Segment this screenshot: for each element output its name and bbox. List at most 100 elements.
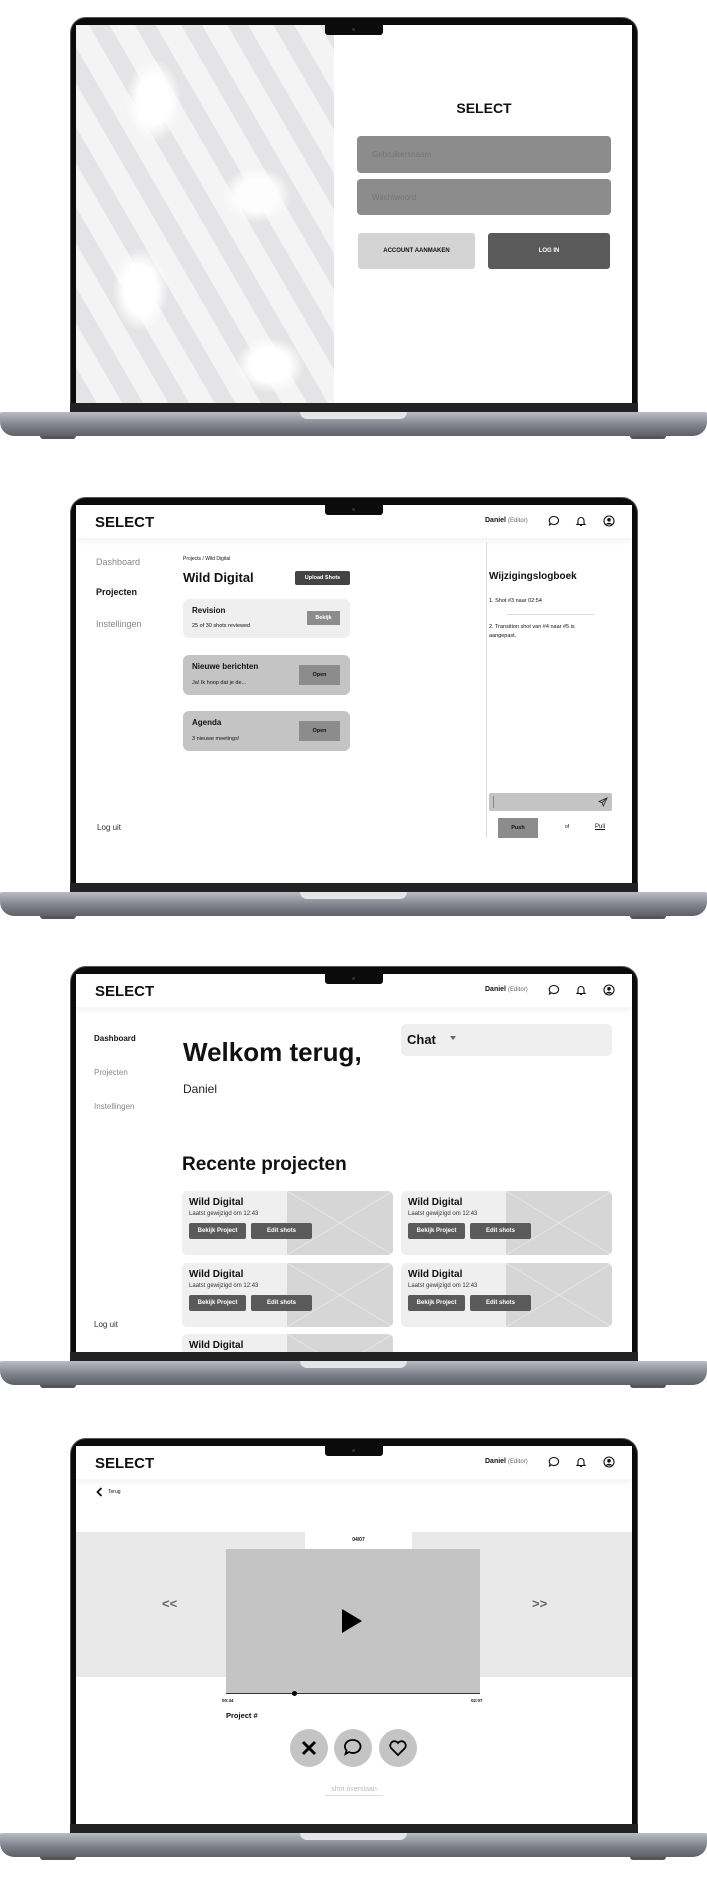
reject-button[interactable] <box>290 1729 328 1767</box>
edit-shots-button[interactable]: Edit shots <box>470 1295 531 1311</box>
project-title: Wild Digital <box>189 1340 244 1351</box>
login-button[interactable]: LOG IN <box>488 233 610 269</box>
card-subtitle: Ja! Ik hoop dat je de... <box>192 680 247 686</box>
previous-shot-button[interactable]: << <box>162 1596 177 1611</box>
changelog-title: Wijzigingslogboek <box>489 571 577 582</box>
chat-dropdown[interactable]: Chat <box>401 1024 612 1056</box>
chat-icon[interactable] <box>548 1456 560 1468</box>
open-messages-button[interactable]: Open <box>299 665 340 685</box>
sidebar-item-projecten[interactable]: Projecten <box>96 587 137 597</box>
bell-icon[interactable] <box>575 984 587 996</box>
bell-icon[interactable] <box>575 515 587 527</box>
card-subtitle: 3 nieuwe meetings! <box>192 736 240 742</box>
agenda-card: Agenda 3 nieuwe meetings! Open <box>183 711 350 751</box>
logout-link[interactable]: Log uit <box>97 823 121 832</box>
revision-card: Revision 25 of 30 shots reviewed Bekijk <box>183 599 350 638</box>
like-button[interactable] <box>379 1729 417 1767</box>
card-title: Agenda <box>192 718 222 727</box>
player-screen: SELECT Daniel (Editor) Terug 04/07 << >> … <box>76 1446 632 1824</box>
user-label: Daniel (Editor) <box>485 1458 528 1465</box>
chat-icon[interactable] <box>548 984 560 996</box>
play-icon[interactable] <box>341 1608 363 1634</box>
bekijk-button[interactable]: Bekijk <box>307 611 340 625</box>
sidebar-item-dashboard[interactable]: Dashboard <box>94 1034 136 1043</box>
chat-icon <box>344 1739 362 1756</box>
sidebar-item-instellingen[interactable]: Instellingen <box>96 619 142 629</box>
project-updated: Laatst gewijzigd om 12:43 <box>189 1283 259 1289</box>
logout-link[interactable]: Log uit <box>94 1320 118 1329</box>
breadcrumb[interactable]: Projects / Wild Digital <box>183 556 230 562</box>
login-screen: SELECT ACCOUNT AANMAKEN LOG IN <box>76 25 632 403</box>
changelog-input[interactable] <box>489 793 612 811</box>
image-placeholder <box>286 1334 393 1352</box>
sidebar-item-instellingen[interactable]: Instellingen <box>94 1102 134 1111</box>
app-logo[interactable]: SELECT <box>95 514 154 531</box>
user-icon[interactable] <box>603 515 615 527</box>
chevron-down-icon <box>450 1036 456 1040</box>
current-time: 00:34 <box>222 1698 234 1703</box>
skip-shot-link[interactable]: shot overslaan <box>325 1786 383 1796</box>
laptop-base <box>0 412 707 436</box>
comment-button[interactable] <box>334 1729 372 1767</box>
laptop-player: SELECT Daniel (Editor) Terug 04/07 << >> … <box>0 1438 707 1868</box>
edit-shots-button[interactable]: Edit shots <box>251 1223 312 1239</box>
user-name: Daniel <box>183 1082 218 1096</box>
recent-projects-heading: Recente projecten <box>182 1154 347 1175</box>
video-player[interactable] <box>226 1549 480 1694</box>
app-logo[interactable]: SELECT <box>95 1455 154 1472</box>
user-label: Daniel (Editor) <box>485 517 528 524</box>
project-card[interactable]: Wild Digital Laatst gewijzigd om 12:43 Bek… <box>182 1191 393 1255</box>
timeline-knob[interactable] <box>292 1691 298 1696</box>
project-label: Project # <box>226 1711 258 1720</box>
user-icon[interactable] <box>603 1456 615 1468</box>
pull-link[interactable]: Pull <box>595 824 605 830</box>
page-title: Wild Digital <box>183 570 254 585</box>
project-title: Wild Digital <box>408 1197 463 1208</box>
edit-shots-button[interactable]: Edit shots <box>470 1223 531 1239</box>
decorative-image <box>76 25 334 403</box>
next-shot-button[interactable]: >> <box>532 1596 547 1611</box>
upload-shots-button[interactable]: Upload Shots <box>295 571 350 585</box>
app-logo[interactable]: SELECT <box>95 983 154 1000</box>
project-screen: SELECT Daniel (Editor) Dashboard Projecte… <box>76 505 632 883</box>
sidebar-item-dashboard[interactable]: Dashboard <box>96 557 140 567</box>
laptop-project: SELECT Daniel (Editor) Dashboard Projecte… <box>0 497 707 927</box>
card-title: Nieuwe berichten <box>192 662 259 671</box>
back-button[interactable]: Terug <box>96 1487 121 1497</box>
project-card[interactable]: Wild Digital Laatst gewijzigd om 12:43 Bek… <box>182 1263 393 1327</box>
sidebar-item-projecten[interactable]: Projecten <box>94 1068 128 1077</box>
camera-notch <box>325 1446 383 1456</box>
user-icon[interactable] <box>603 984 615 996</box>
camera-notch <box>325 25 383 35</box>
project-card[interactable]: Wild Digital Laatst gewijzigd om 12:43 Bek… <box>401 1263 612 1327</box>
changelog-item: 2. Transition shot van #4 naar #5 is aan… <box>489 624 575 639</box>
changelog-separator <box>507 614 594 615</box>
open-agenda-button[interactable]: Open <box>299 721 340 741</box>
card-subtitle: 25 of 30 shots reviewed <box>192 623 251 629</box>
view-project-button[interactable]: Bekijk Project <box>408 1295 465 1311</box>
laptop-base <box>0 1833 707 1857</box>
edit-shots-button[interactable]: Edit shots <box>251 1295 312 1311</box>
bell-icon[interactable] <box>575 1456 587 1468</box>
send-icon[interactable] <box>598 797 608 807</box>
laptop-base <box>0 1361 707 1385</box>
project-card[interactable]: Wild Digital <box>182 1334 393 1352</box>
view-project-button[interactable]: Bekijk Project <box>189 1295 246 1311</box>
project-title: Wild Digital <box>189 1197 244 1208</box>
panel-divider <box>486 542 487 838</box>
heart-icon <box>389 1740 407 1757</box>
view-project-button[interactable]: Bekijk Project <box>189 1223 246 1239</box>
create-account-button[interactable]: ACCOUNT AANMAKEN <box>358 233 475 269</box>
chevron-left-icon <box>96 1487 103 1497</box>
project-card[interactable]: Wild Digital Laatst gewijzigd om 12:43 Bek… <box>401 1191 612 1255</box>
timeline-track[interactable] <box>226 1693 480 1694</box>
push-button[interactable]: Push <box>498 818 538 838</box>
total-time: 02:07 <box>471 1698 483 1703</box>
laptop-base <box>0 892 707 916</box>
username-input[interactable] <box>357 136 611 173</box>
view-project-button[interactable]: Bekijk Project <box>408 1223 465 1239</box>
project-updated: Laatst gewijzigd om 12:43 <box>408 1211 478 1217</box>
chat-icon[interactable] <box>548 515 560 527</box>
project-title: Wild Digital <box>189 1269 244 1280</box>
password-input[interactable] <box>357 179 611 215</box>
